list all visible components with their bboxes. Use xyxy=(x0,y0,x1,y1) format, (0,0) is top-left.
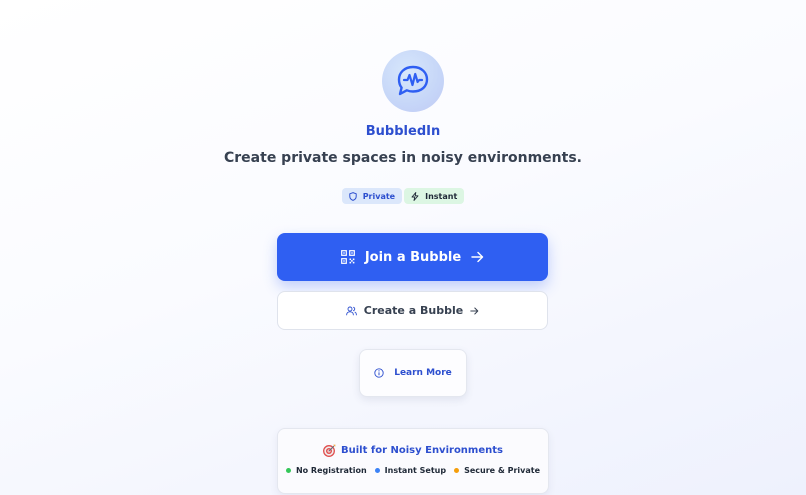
info-card-title: Built for Noisy Environments xyxy=(341,445,503,456)
feature-secure-private: Secure & Private xyxy=(454,466,540,475)
learn-more-label: Learn More xyxy=(394,368,452,378)
info-icon xyxy=(374,368,384,378)
qr-code-icon xyxy=(340,250,355,264)
status-dot-orange xyxy=(454,468,460,473)
page-tagline: Create private spaces in noisy environme… xyxy=(224,150,582,166)
shield-icon xyxy=(348,191,357,201)
badge-private-label: Private xyxy=(362,191,396,201)
create-bubble-label: Create a Bubble xyxy=(363,304,464,317)
arrow-right-icon xyxy=(470,307,479,314)
info-card-header: Built for Noisy Environments xyxy=(278,444,548,457)
chat-bubble-waveform-icon xyxy=(397,65,429,96)
target-icon xyxy=(323,444,336,457)
feature-label: No Registration xyxy=(295,466,367,475)
badge-private: Private xyxy=(341,188,403,204)
badge-instant: Instant xyxy=(404,188,465,204)
users-icon xyxy=(345,306,357,315)
app-name: BubbledIn xyxy=(365,124,441,139)
arrow-right-icon xyxy=(471,251,484,263)
learn-more-button[interactable]: Learn More xyxy=(359,349,467,397)
feature-instant-setup: Instant Setup xyxy=(374,466,447,475)
feature-label: Instant Setup xyxy=(384,466,447,475)
feature-list: No Registration Instant Setup Secure & P… xyxy=(278,466,548,475)
create-bubble-button[interactable]: Create a Bubble xyxy=(277,291,548,330)
feature-label: Secure & Private xyxy=(464,466,541,475)
status-dot-blue xyxy=(374,468,380,473)
feature-no-registration: No Registration xyxy=(285,466,367,475)
join-bubble-button[interactable]: Join a Bubble xyxy=(277,233,548,281)
info-card: Built for Noisy Environments No Registra… xyxy=(277,428,549,494)
app-logo xyxy=(382,50,444,112)
feature-badges: Private Instant xyxy=(0,188,806,204)
badge-instant-label: Instant xyxy=(425,191,458,201)
status-dot-green xyxy=(285,468,291,473)
lightning-icon xyxy=(411,191,419,201)
join-bubble-label: Join a Bubble xyxy=(364,249,462,265)
